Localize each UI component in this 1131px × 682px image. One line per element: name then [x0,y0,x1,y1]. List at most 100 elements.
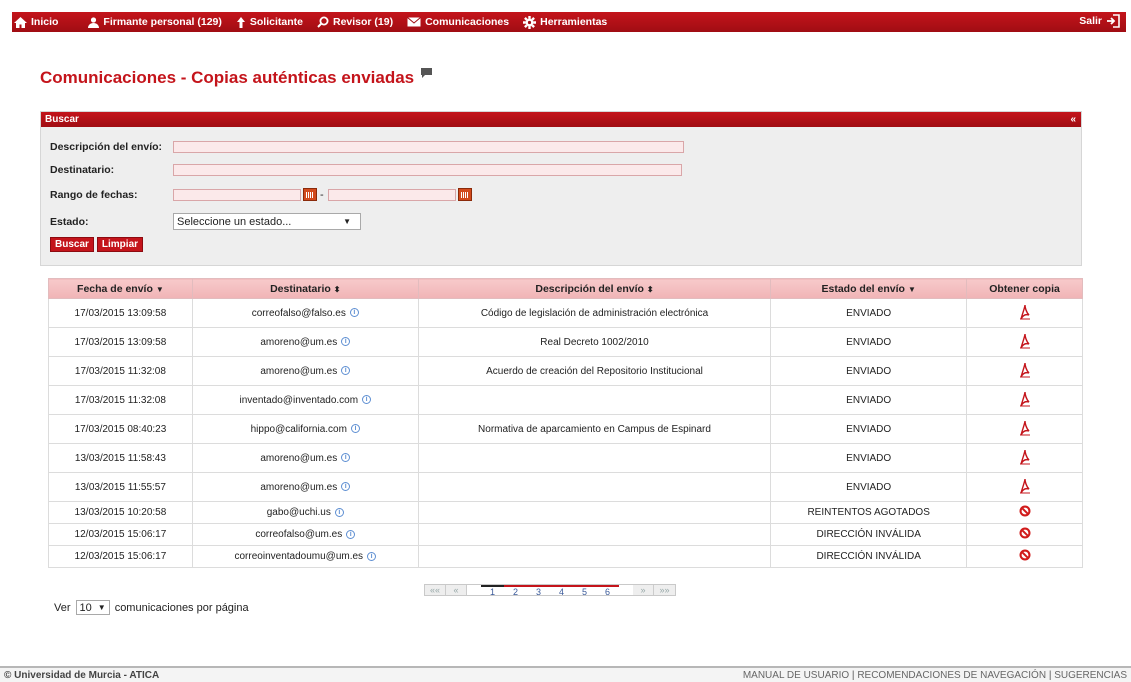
nav-herramientas[interactable]: Herramientas [523,15,607,29]
nav-revisor[interactable]: Revisor (19) [317,16,393,28]
cell-descripcion: Código de legislación de administración … [417,298,772,328]
header-fecha[interactable]: Fecha de envío ▼ [48,278,193,299]
destinatario-input[interactable] [173,164,682,176]
fecha-desde-input[interactable] [173,188,301,201]
arrow-up-icon [236,16,245,28]
page-title-text: Comunicaciones - Copias auténticas envia… [40,68,415,87]
cell-fecha: 13/03/2015 10:20:58 [48,501,193,524]
table-row: 17/03/2015 08:40:23 hippo@california.com i… [48,414,1083,444]
nav-comunicaciones-label: Comunicaciones [425,16,510,28]
header-destinatario[interactable]: Destinatario ⬍ [191,278,419,299]
sort-desc-icon: ▼ [155,284,164,294]
info-icon[interactable]: i [334,507,344,517]
pager-page[interactable]: 6 [596,585,619,597]
info-icon[interactable]: i [341,366,351,376]
table-row: 17/03/2015 13:09:58 correofalso@falso.es i… [48,298,1083,328]
cell-copia [966,298,1083,328]
chevron-down-icon: ▼ [97,603,106,612]
pdf-icon[interactable] [1019,420,1031,439]
destinatario-text: gabo@uchi.us [266,507,331,518]
estado-label: Estado: [50,215,89,228]
pager-page[interactable]: 4 [550,585,573,597]
pdf-icon[interactable] [1019,333,1031,352]
gear-icon [523,15,537,29]
descripcion-label: Descripción del envío: [50,141,163,153]
nav-firmante[interactable]: Firmante personal (129) [88,16,222,28]
estado-select[interactable]: Seleccione un estado... ▼ [173,213,361,230]
pager-page[interactable]: 1 [481,585,504,597]
pdf-icon[interactable] [1019,362,1031,381]
buscar-button[interactable]: Buscar [50,237,94,252]
date-separator: - [320,188,324,201]
pdf-icon[interactable] [1019,391,1031,410]
pager-first[interactable]: «« [425,585,446,595]
collapse-button[interactable]: « [1070,114,1081,125]
estado-row: Estado: Seleccione un estado... ▼ [50,213,361,230]
cell-estado: ENVIADO [770,356,968,386]
pager-page[interactable]: 5 [573,585,596,597]
blocked-icon [1019,505,1031,520]
nav-inicio[interactable]: Inicio [14,16,58,28]
page-title: Comunicaciones - Copias auténticas envia… [40,68,433,88]
info-icon[interactable]: i [341,453,351,463]
cell-descripcion [417,443,772,473]
manual-link[interactable]: MANUAL DE USUARIO [743,670,849,681]
fecha-hasta-input[interactable] [327,188,456,201]
cell-estado: ENVIADO [770,298,968,328]
cell-copia [966,472,1083,502]
table-row: 17/03/2015 11:32:08 amoreno@um.es i Acuerdo… [48,356,1083,386]
descripcion-input[interactable] [173,141,684,153]
search-panel: Buscar « Descripción del envío: Destinat… [40,111,1082,266]
per-page-control: Ver 10 ▼ comunicaciones por página [54,600,249,615]
cell-destinatario: inventado@inventado.com i [191,385,419,415]
nav-solicitante[interactable]: Solicitante [236,16,303,28]
info-icon[interactable]: i [350,424,360,434]
logout-button[interactable]: Salir [1079,14,1120,28]
pager-page[interactable]: 2 [504,585,527,597]
table-header-row: Fecha de envío ▼ Destinatario ⬍ Descripció… [48,278,1083,299]
search-panel-header: Buscar « [41,112,1081,127]
footer: © Universidad de Murcia - ATICA MANUAL D… [0,666,1131,682]
recomendaciones-link[interactable]: RECOMENDACIONES DE NAVEGACIÓN [857,670,1046,681]
info-icon[interactable]: i [367,551,377,561]
cell-fecha: 17/03/2015 13:09:58 [48,298,193,328]
info-icon[interactable]: i [362,395,372,405]
destinatario-text: amoreno@um.es [260,481,338,493]
cell-fecha: 17/03/2015 11:32:08 [48,356,193,386]
info-icon[interactable]: i [341,337,351,347]
info-icon[interactable]: i [341,482,351,492]
cell-descripcion [417,523,772,546]
cell-fecha: 17/03/2015 08:40:23 [48,414,193,444]
home-icon [14,16,27,28]
pager-last[interactable]: »» [654,585,675,595]
pdf-icon[interactable] [1019,449,1031,468]
cell-descripcion: Normativa de aparcamiento en Campus de E… [417,414,772,444]
cell-descripcion [417,501,772,524]
nav-comunicaciones[interactable]: Comunicaciones [407,16,509,28]
cell-destinatario: correofalso@um.es i [191,523,419,546]
pdf-icon[interactable] [1019,304,1031,323]
limpiar-button[interactable]: Limpiar [96,237,144,252]
user-icon [88,16,100,28]
footer-links: MANUAL DE USUARIO | RECOMENDACIONES DE N… [743,670,1127,681]
destinatario-text: correoinventadoumu@um.es [234,551,364,562]
info-icon[interactable]: i [346,529,356,539]
header-descripcion[interactable]: Descripción del envío ⬍ [417,278,772,299]
header-estado[interactable]: Estado del envío ▼ [770,278,968,299]
pager-page[interactable]: 3 [527,585,550,597]
pager-next[interactable]: » [633,585,654,595]
pager-prev[interactable]: « [446,585,467,595]
info-icon[interactable]: i [349,308,359,318]
cell-destinatario: amoreno@um.es i [191,443,419,473]
comment-bubble-icon[interactable] [421,68,433,78]
per-page-select[interactable]: 10 ▼ [75,600,110,615]
cell-descripcion [417,472,772,502]
destinatario-text: hippo@california.com [250,423,347,435]
per-page-prefix: Ver [54,601,71,614]
pdf-icon[interactable] [1019,478,1031,497]
calendar-icon[interactable] [303,188,317,201]
calendar-icon[interactable] [457,188,472,201]
sugerencias-link[interactable]: SUGERENCIAS [1054,670,1127,681]
cell-copia [966,414,1083,444]
header-copia: Obtener copia [966,278,1083,299]
